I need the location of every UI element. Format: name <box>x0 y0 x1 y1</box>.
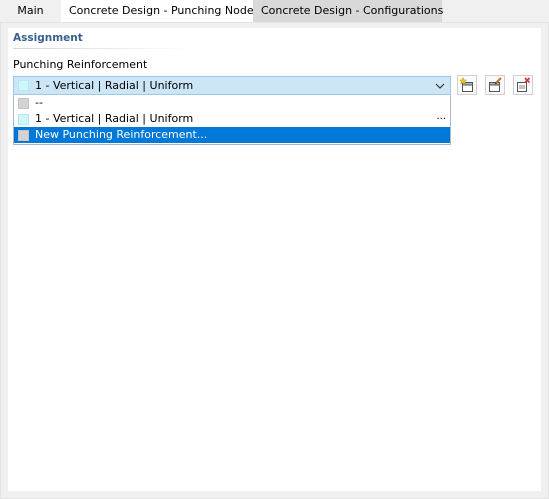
tab-main[interactable]: Main <box>0 0 61 22</box>
dropdown-option-none[interactable]: -- <box>14 95 450 111</box>
edit-item-button[interactable] <box>485 75 505 95</box>
punching-reinforcement-combobox[interactable]: 1 - Vertical | Radial | Uniform <box>13 76 451 95</box>
color-swatch <box>18 80 29 91</box>
color-swatch <box>18 114 29 125</box>
tab-concrete-design-punching-node[interactable]: Concrete Design - Punching Node <box>61 0 254 22</box>
tab-bar: Main Concrete Design - Punching Node Con… <box>0 0 549 22</box>
dropdown-option-vertical-radial-uniform[interactable]: 1 - Vertical | Radial | Uniform ... <box>14 111 450 127</box>
color-swatch <box>18 130 29 141</box>
delete-item-button[interactable] <box>513 75 533 95</box>
option-label: -- <box>35 96 43 109</box>
punching-reinforcement-dropdown-list: -- 1 - Vertical | Radial | Uniform ... N… <box>13 95 451 145</box>
section-divider <box>13 48 193 49</box>
option-label: 1 - Vertical | Radial | Uniform <box>35 112 194 125</box>
option-label: New Punching Reinforcement... <box>35 128 208 141</box>
section-title-assignment: Assignment <box>13 32 83 44</box>
new-item-button[interactable] <box>457 75 477 95</box>
color-swatch <box>18 98 29 109</box>
punching-reinforcement-label: Punching Reinforcement <box>13 58 148 71</box>
dropdown-option-new-punching-reinforcement[interactable]: New Punching Reinforcement... <box>14 127 450 143</box>
more-options-ellipsis[interactable]: ... <box>436 111 446 122</box>
assignment-panel: Assignment Punching Reinforcement 1 - Ve… <box>8 28 541 491</box>
tab-concrete-design-configurations[interactable]: Concrete Design - Configurations <box>253 0 443 22</box>
chevron-down-icon[interactable] <box>434 77 446 94</box>
combobox-selected-value: 1 - Vertical | Radial | Uniform <box>35 79 194 92</box>
